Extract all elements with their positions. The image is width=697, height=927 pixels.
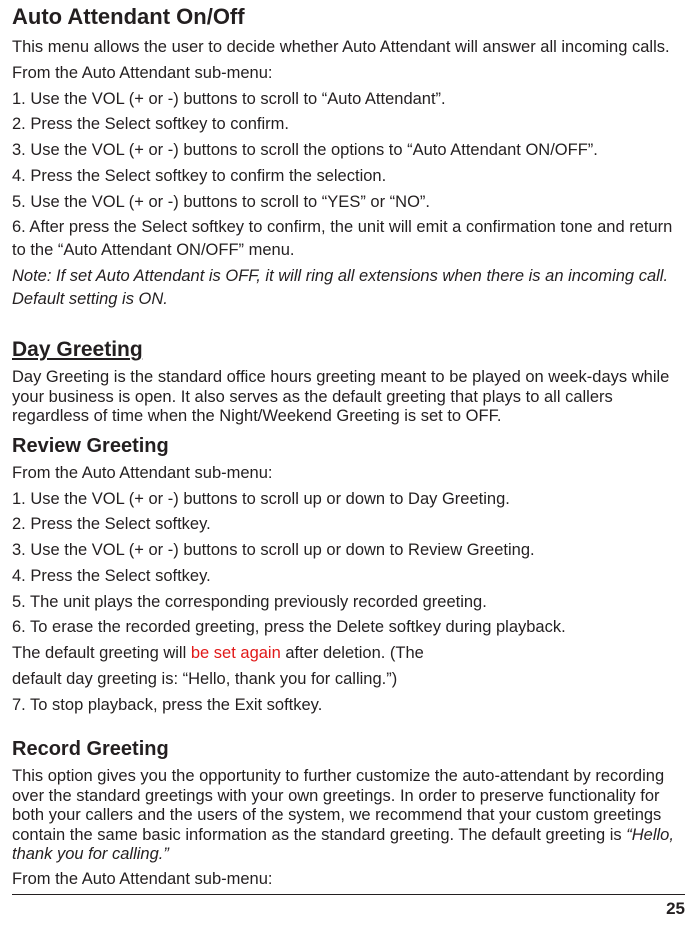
list-item: 5. Use the VOL (+ or -) buttons to scrol… xyxy=(12,191,685,214)
body-text: The default greeting will be set again a… xyxy=(12,642,685,665)
list-item: 2. Press the Select softkey. xyxy=(12,513,685,536)
page-number: 25 xyxy=(12,899,685,919)
footer-rule xyxy=(12,894,685,895)
heading-auto-attendant-onoff: Auto Attendant On/Off xyxy=(12,4,685,30)
list-item: 7. To stop playback, press the Exit soft… xyxy=(12,694,685,717)
list-item: 3. Use the VOL (+ or -) buttons to scrol… xyxy=(12,139,685,162)
note-text: Note: If set Auto Attendant is OFF, it w… xyxy=(12,265,685,311)
list-item: 5. The unit plays the corresponding prev… xyxy=(12,591,685,614)
body-text: This menu allows the user to decide whet… xyxy=(12,36,685,59)
list-item: 6. To erase the recorded greeting, press… xyxy=(12,616,685,639)
paragraph-block: This option gives you the opportunity to… xyxy=(12,767,685,864)
list-item: 4. Press the Select softkey. xyxy=(12,565,685,588)
text-fragment: after deletion. (The xyxy=(281,644,424,662)
highlight-text: be set again xyxy=(191,644,281,662)
heading-day-greeting: Day Greeting xyxy=(12,338,685,362)
paragraph-block: Day Greeting is the standard office hour… xyxy=(12,368,685,426)
body-text: default day greeting is: “Hello, thank y… xyxy=(12,668,685,691)
body-text: This option gives you the opportunity to… xyxy=(12,767,685,864)
list-item: 6. After press the Select softkey to con… xyxy=(12,216,685,262)
body-text: Day Greeting is the standard office hour… xyxy=(12,368,685,426)
text-fragment: The default greeting will xyxy=(12,644,191,662)
document-page: Auto Attendant On/Off This menu allows t… xyxy=(0,0,697,927)
list-item: 3. Use the VOL (+ or -) buttons to scrol… xyxy=(12,539,685,562)
page-footer: 25 xyxy=(12,894,685,919)
body-text: From the Auto Attendant sub-menu: xyxy=(12,62,685,85)
list-item: 2. Press the Select softkey to confirm. xyxy=(12,113,685,136)
list-item: 4. Press the Select softkey to confirm t… xyxy=(12,165,685,188)
heading-review-greeting: Review Greeting xyxy=(12,435,685,458)
body-text: From the Auto Attendant sub-menu: xyxy=(12,868,685,891)
body-text: From the Auto Attendant sub-menu: xyxy=(12,462,685,485)
list-item: 1. Use the VOL (+ or -) buttons to scrol… xyxy=(12,88,685,111)
list-item: 1. Use the VOL (+ or -) buttons to scrol… xyxy=(12,488,685,511)
text-fragment: This option gives you the opportunity to… xyxy=(12,767,664,843)
heading-record-greeting: Record Greeting xyxy=(12,738,685,761)
